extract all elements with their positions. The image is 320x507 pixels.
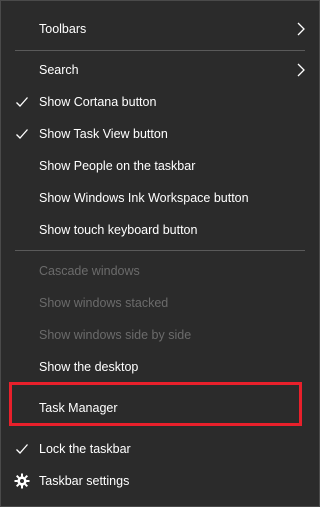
menu-item-label: Show People on the taskbar <box>39 159 196 173</box>
checkmark-icon <box>15 442 29 456</box>
menu-item-windows-side-by-side: Show windows side by side <box>1 319 319 351</box>
menu-item-label: Cascade windows <box>39 264 140 278</box>
menu-item-label: Show Windows Ink Workspace button <box>39 191 249 205</box>
chevron-right-icon <box>296 22 306 36</box>
menu-item-show-cortana[interactable]: Show Cortana button <box>1 86 319 118</box>
taskbar-context-menu: Toolbars Search Show Cortana button Show… <box>0 0 320 507</box>
menu-item-toolbars[interactable]: Toolbars <box>1 13 319 45</box>
menu-item-show-touch-keyboard[interactable]: Show touch keyboard button <box>1 214 319 246</box>
menu-item-label: Lock the taskbar <box>39 442 131 456</box>
menu-item-taskbar-settings[interactable]: Taskbar settings <box>1 465 319 497</box>
menu-item-label: Show touch keyboard button <box>39 223 198 237</box>
menu-item-label: Show Cortana button <box>39 95 157 109</box>
menu-item-show-people[interactable]: Show People on the taskbar <box>1 150 319 182</box>
menu-item-label: Show Task View button <box>39 127 168 141</box>
menu-item-show-desktop[interactable]: Show the desktop <box>1 351 319 383</box>
menu-item-label: Taskbar settings <box>39 474 130 488</box>
menu-item-cascade-windows: Cascade windows <box>1 255 319 287</box>
checkmark-icon <box>15 95 29 109</box>
task-manager-highlight-box <box>9 382 302 426</box>
chevron-right-icon <box>296 63 306 77</box>
menu-item-show-task-view[interactable]: Show Task View button <box>1 118 319 150</box>
menu-item-label: Show the desktop <box>39 360 139 374</box>
menu-item-lock-taskbar[interactable]: Lock the taskbar <box>1 433 319 465</box>
menu-separator <box>15 50 305 51</box>
gear-icon <box>14 473 30 489</box>
menu-item-windows-stacked: Show windows stacked <box>1 287 319 319</box>
menu-item-show-ink-workspace[interactable]: Show Windows Ink Workspace button <box>1 182 319 214</box>
menu-separator <box>15 250 305 251</box>
menu-item-label: Search <box>39 63 79 77</box>
menu-item-search[interactable]: Search <box>1 54 319 86</box>
menu-item-label: Show windows side by side <box>39 328 192 342</box>
menu-item-label: Toolbars <box>39 22 87 36</box>
menu-item-label: Show windows stacked <box>39 296 169 310</box>
checkmark-icon <box>15 127 29 141</box>
